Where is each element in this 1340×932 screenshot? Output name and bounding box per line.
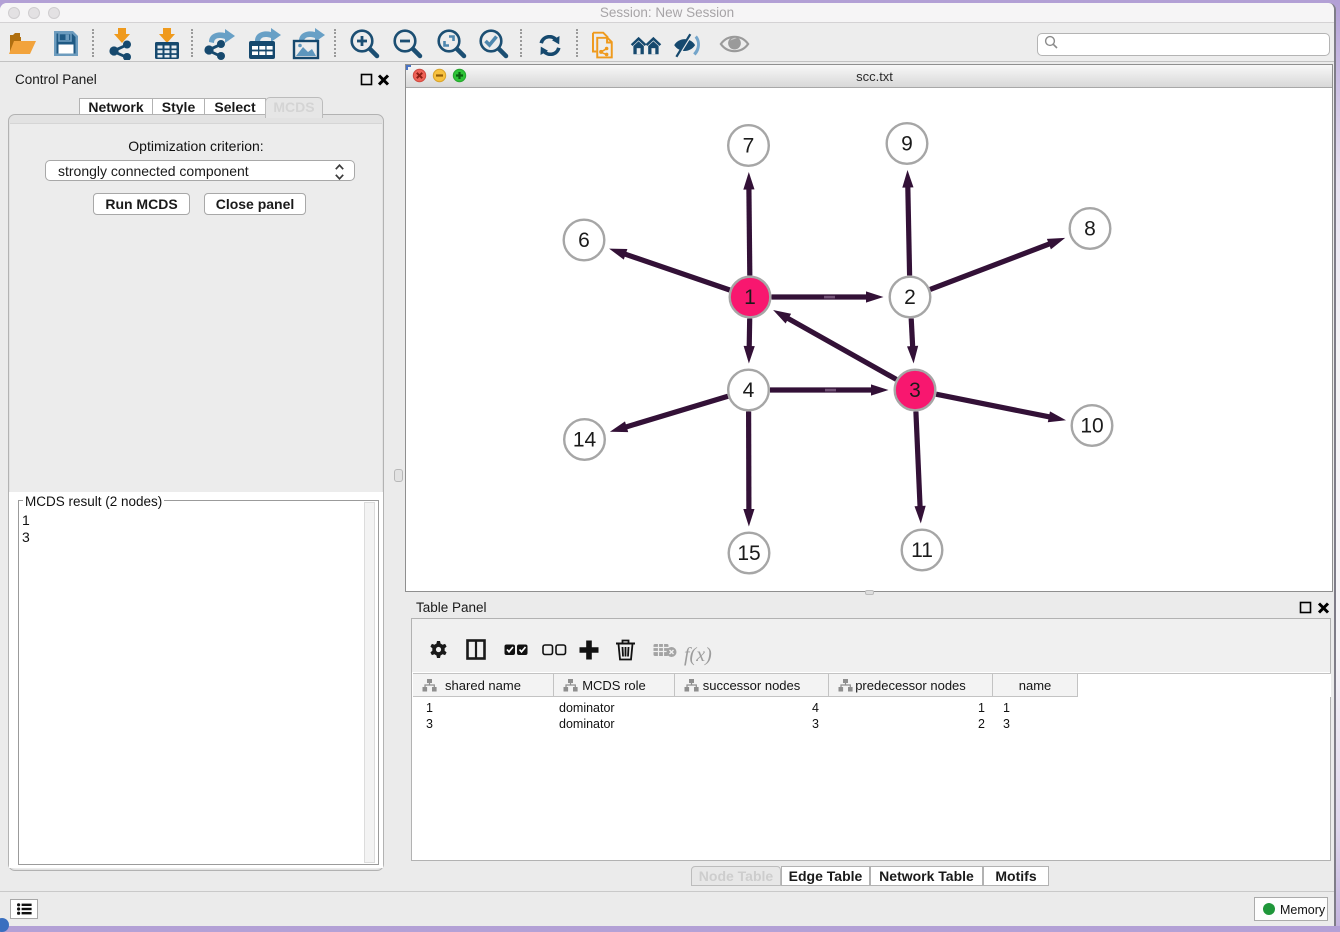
svg-text:10: 10	[1080, 415, 1103, 438]
svg-text:6: 6	[578, 229, 590, 252]
svg-text:4: 4	[743, 379, 755, 402]
svg-text:2: 2	[904, 286, 916, 309]
svg-text:11: 11	[911, 539, 933, 562]
svg-text:15: 15	[737, 542, 760, 565]
svg-text:7: 7	[743, 135, 755, 158]
svg-text:3: 3	[909, 379, 921, 402]
svg-text:9: 9	[901, 133, 913, 156]
svg-text:14: 14	[573, 429, 597, 452]
svg-text:1: 1	[744, 286, 756, 309]
svg-text:8: 8	[1084, 218, 1096, 241]
